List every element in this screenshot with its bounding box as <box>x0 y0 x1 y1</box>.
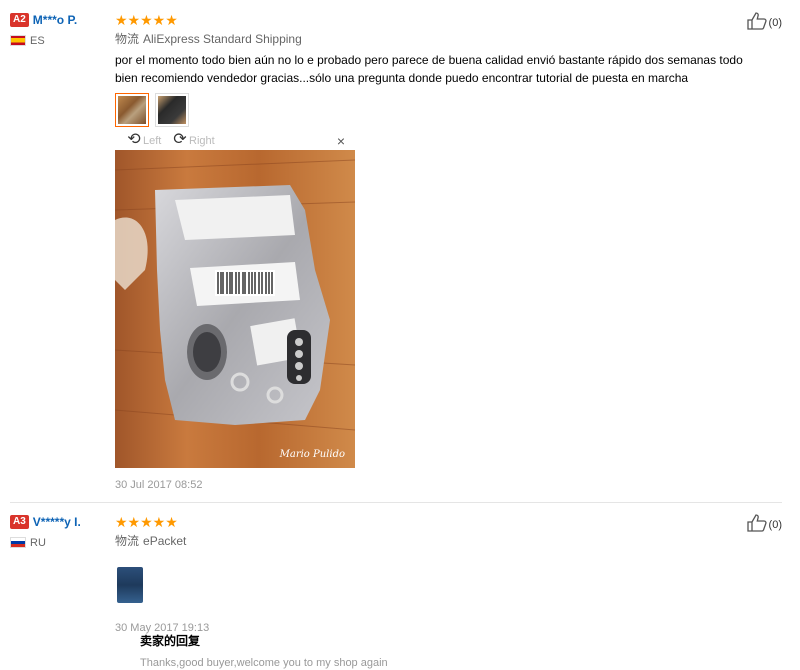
country-code: ES <box>30 34 45 47</box>
review-thumbnail[interactable] <box>115 93 149 127</box>
shipping-method: AliExpress Standard Shipping <box>143 32 302 46</box>
review-photo: Mario Pulido <box>115 150 355 468</box>
review-thumbnails <box>115 93 775 131</box>
thumbs-up-icon <box>746 514 767 535</box>
review-date: 30 Jul 2017 08:52 <box>115 479 203 491</box>
reviewer-name[interactable]: M***o P. <box>33 13 77 27</box>
rotate-right-button[interactable]: ⟳ Right <box>171 131 215 150</box>
shipping-info: 物流 AliExpress Standard Shipping <box>115 31 775 47</box>
shipping-label: 物流 <box>115 534 140 548</box>
image-viewer: ⟲ Left ⟳ Right × Mario Pulido 30 Jul 201… <box>115 132 355 492</box>
reviewer-country: RU <box>10 535 110 549</box>
reviewer-country: ES <box>10 33 110 47</box>
shipping-method: ePacket <box>143 534 187 548</box>
seller-reply-text: Thanks,good buyer,welcome you to my shop… <box>140 657 388 669</box>
star-rating: ★★★★★ <box>115 514 178 530</box>
reviewer-info: A3 V*****y I. RU <box>10 514 110 549</box>
shipping-info: 物流 ePacket <box>115 533 775 549</box>
rotate-left-label: Left <box>143 135 162 147</box>
rotate-right-icon: ⟳ <box>173 131 187 148</box>
review-text: por el momento todo bien aún no lo e pro… <box>115 53 743 85</box>
helpful-count: (0) <box>768 16 782 29</box>
reviewer-name[interactable]: V*****y I. <box>33 515 81 529</box>
russia-flag-icon <box>10 537 26 549</box>
review-thumbnail[interactable] <box>115 567 145 603</box>
package-photo <box>115 150 355 468</box>
helpful-button[interactable]: (0) <box>746 514 782 535</box>
review-thumbnail[interactable] <box>155 93 189 127</box>
photo-watermark: Mario Pulido <box>279 449 345 460</box>
rotate-left-button[interactable]: ⟲ Left <box>125 132 161 150</box>
review-thumbnails <box>115 567 775 607</box>
close-icon[interactable]: × <box>337 132 345 150</box>
viewer-toolbar: ⟲ Left ⟳ Right × <box>115 132 355 150</box>
shipping-label: 物流 <box>115 32 140 46</box>
buyer-level-badge: A2 <box>10 12 29 27</box>
review-content: ★★★★★ 物流 AliExpress Standard Shipping por… <box>115 12 775 131</box>
country-code: RU <box>30 536 46 549</box>
thumbs-up-icon <box>746 12 767 33</box>
helpful-button[interactable]: (0) <box>746 12 782 33</box>
reviewer-info: A2 M***o P. ES <box>10 12 110 47</box>
review-content: ★★★★★ 物流 ePacket 30 May 2017 19:13 <box>115 514 775 635</box>
seller-reply-title: 卖家的回复 <box>140 634 201 648</box>
buyer-level-badge: A3 <box>10 514 29 529</box>
helpful-count: (0) <box>768 518 782 531</box>
barcode-graphic <box>215 270 275 296</box>
rotate-left-icon: ⟲ <box>127 131 141 148</box>
star-rating: ★★★★★ <box>115 12 178 28</box>
spain-flag-icon <box>10 35 26 47</box>
review-item: A3 V*****y I. RU ★★★★★ 物流 ePacket 30 May 2… <box>0 502 800 670</box>
rotate-right-label: Right <box>189 135 215 147</box>
seller-reply: 卖家的回复 Thanks,good buyer,welcome you to m… <box>140 632 388 669</box>
review-item: A2 M***o P. ES ★★★★★ 物流 AliExpress Standar… <box>0 0 800 500</box>
